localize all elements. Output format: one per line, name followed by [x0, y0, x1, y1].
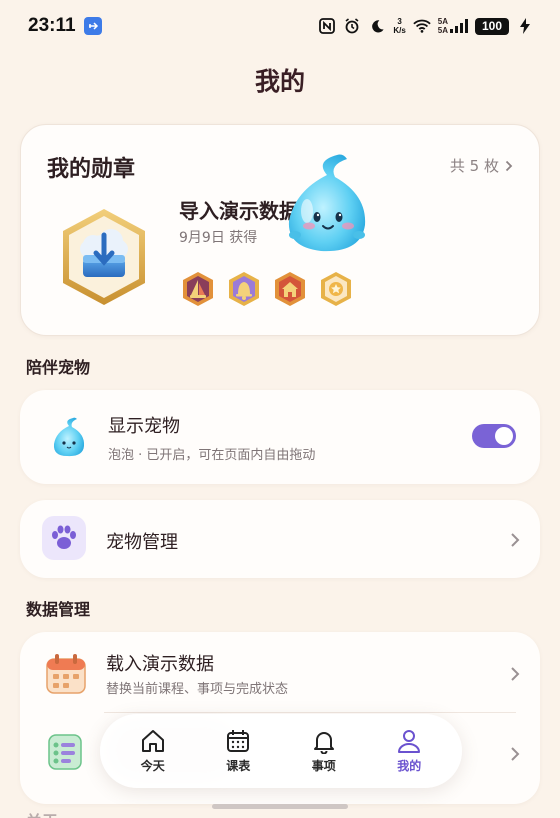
- pet-manage-row[interactable]: 宠物管理: [20, 500, 540, 578]
- row-divider: [104, 712, 516, 713]
- moon-icon: [368, 17, 386, 35]
- pet-manage-title: 宠物管理: [106, 532, 178, 553]
- import-badge-icon: [63, 209, 145, 305]
- water-drop-pet-icon[interactable]: [275, 151, 375, 257]
- show-pet-row[interactable]: 显示宠物 泡泡 · 已开启，可在页面内自由拖动: [20, 390, 540, 484]
- show-pet-subtitle: 泡泡 · 已开启，可在页面内自由拖动: [108, 448, 316, 463]
- alarm-icon: [343, 17, 361, 35]
- badge-card[interactable]: 我的勋章 共 5 枚 导入演示数据 9月9日 获得: [20, 124, 540, 336]
- sail-badge-icon[interactable]: [181, 271, 215, 307]
- calendar-load-icon: [46, 654, 86, 694]
- charging-icon: [516, 17, 534, 35]
- bell-icon: [313, 732, 334, 754]
- checklist-icon: [48, 734, 82, 770]
- badge-card-title: 我的勋章: [47, 157, 136, 182]
- tab-today[interactable]: 今天: [118, 728, 188, 774]
- wifi-icon: [413, 17, 431, 35]
- network-speed: 3 K/s: [393, 17, 406, 35]
- house-badge-icon[interactable]: [273, 271, 307, 307]
- calendar-icon: [227, 730, 250, 752]
- tab-label: 今天: [140, 759, 165, 773]
- chevron-right-icon: [505, 160, 513, 171]
- badge-count-label: 共 5 枚: [449, 157, 499, 175]
- status-bar: 23:11 3 K/s 5A 5A 100: [0, 0, 560, 52]
- home-indicator[interactable]: [212, 804, 348, 809]
- paw-icon: [42, 516, 86, 560]
- nfc-icon: [318, 17, 336, 35]
- tab-label: 课表: [226, 759, 251, 773]
- page-title: 我的: [254, 67, 305, 96]
- tab-mine[interactable]: 我的: [374, 728, 444, 774]
- home-icon: [141, 730, 164, 752]
- chevron-right-icon[interactable]: [510, 746, 520, 762]
- water-drop-pet-small-icon: [53, 417, 85, 457]
- cell-signal-icon: 5A 5A: [438, 17, 468, 35]
- pet-section-label: 陪伴宠物: [26, 358, 91, 377]
- chevron-right-icon: [511, 533, 520, 547]
- star-badge-icon[interactable]: [319, 271, 353, 307]
- show-pet-title: 显示宠物: [108, 416, 180, 437]
- load-demo-title[interactable]: 载入演示数据: [106, 650, 214, 676]
- badge-count-link[interactable]: 共 5 枚: [450, 155, 513, 176]
- tab-tasks[interactable]: 事项: [289, 728, 359, 774]
- data-section-label: 数据管理: [26, 600, 91, 619]
- show-pet-toggle[interactable]: [472, 424, 516, 448]
- tab-schedule[interactable]: 课表: [203, 728, 273, 774]
- tab-label: 事项: [311, 759, 336, 773]
- tab-label: 我的: [397, 759, 422, 773]
- battery-indicator: 100: [475, 17, 509, 35]
- about-section-label: 关于: [26, 808, 58, 818]
- person-icon: [398, 730, 421, 753]
- bottom-tab-bar: 今天 课表 事项 我的: [100, 714, 462, 788]
- latest-badge-date: 9月9日 获得: [179, 230, 258, 246]
- usb-icon: [83, 17, 102, 35]
- chevron-right-icon[interactable]: [510, 666, 520, 682]
- load-demo-subtitle: 替换当前课程、事项与完成状态: [106, 682, 289, 697]
- toggle-knob: [495, 427, 513, 445]
- bell-badge-icon[interactable]: [227, 271, 261, 307]
- badge-list: [181, 271, 353, 307]
- clock: 23:11: [28, 15, 76, 36]
